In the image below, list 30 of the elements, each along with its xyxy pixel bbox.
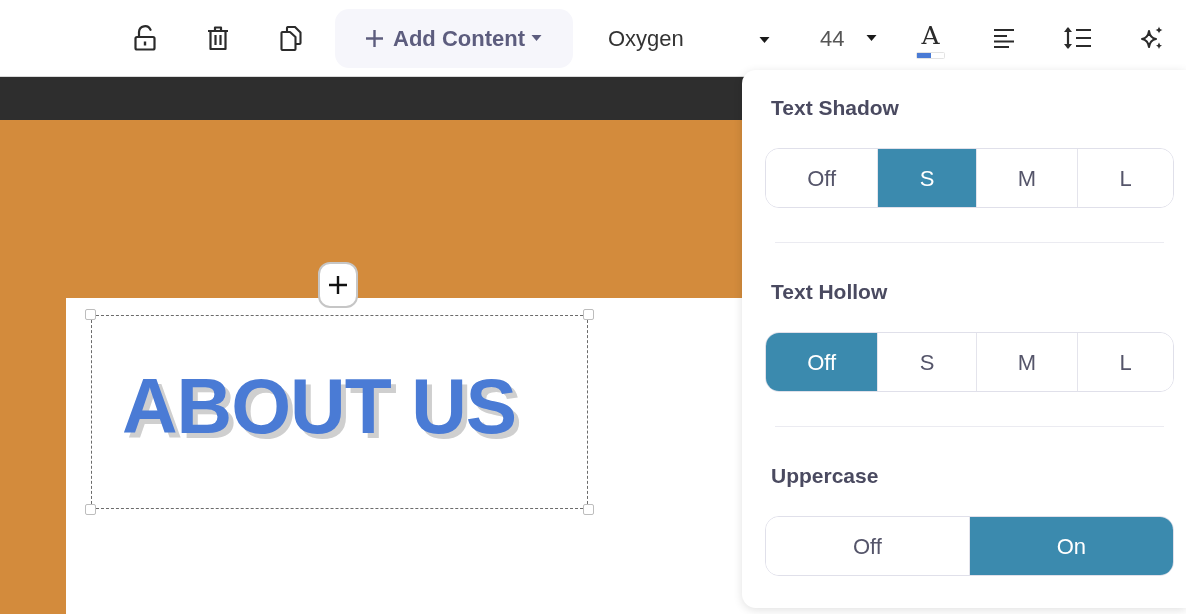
plus-icon xyxy=(329,276,347,294)
trash-icon[interactable] xyxy=(207,25,229,51)
resize-handle-icon[interactable] xyxy=(583,309,594,320)
align-left-icon[interactable] xyxy=(993,28,1016,48)
section-label: Uppercase xyxy=(771,464,879,488)
segment-button[interactable]: On xyxy=(968,517,1173,575)
font-dropdown[interactable]: Oxygen xyxy=(593,13,777,63)
font-size-dropdown[interactable]: 44 xyxy=(812,13,886,63)
heading-text[interactable]: ABOUT US xyxy=(122,368,517,445)
text-color-button[interactable]: A xyxy=(913,17,948,59)
segment-button[interactable]: L xyxy=(1077,149,1173,207)
add-content-button[interactable]: Add Content xyxy=(335,8,573,68)
color-swatch-icon xyxy=(916,52,945,59)
plus-icon xyxy=(366,29,383,47)
resize-handle-icon[interactable] xyxy=(85,309,96,320)
line-height-icon[interactable] xyxy=(1063,26,1093,50)
padlock-icon[interactable] xyxy=(134,25,156,51)
caret-icon xyxy=(866,35,878,41)
segment-button[interactable]: S xyxy=(877,149,976,207)
caret-icon xyxy=(759,37,770,43)
segment-button[interactable]: L xyxy=(1077,333,1173,391)
resize-handle-icon[interactable] xyxy=(583,504,594,515)
add-block-button[interactable] xyxy=(318,262,358,308)
section-label: Text Shadow xyxy=(771,96,899,120)
sparkle-icon[interactable] xyxy=(1140,26,1165,50)
resize-handle-icon[interactable] xyxy=(85,504,96,515)
caret-icon xyxy=(531,35,542,41)
copy-icon[interactable] xyxy=(280,25,302,51)
section-label: Text Hollow xyxy=(771,280,888,304)
segment-button[interactable]: Off xyxy=(766,333,878,391)
